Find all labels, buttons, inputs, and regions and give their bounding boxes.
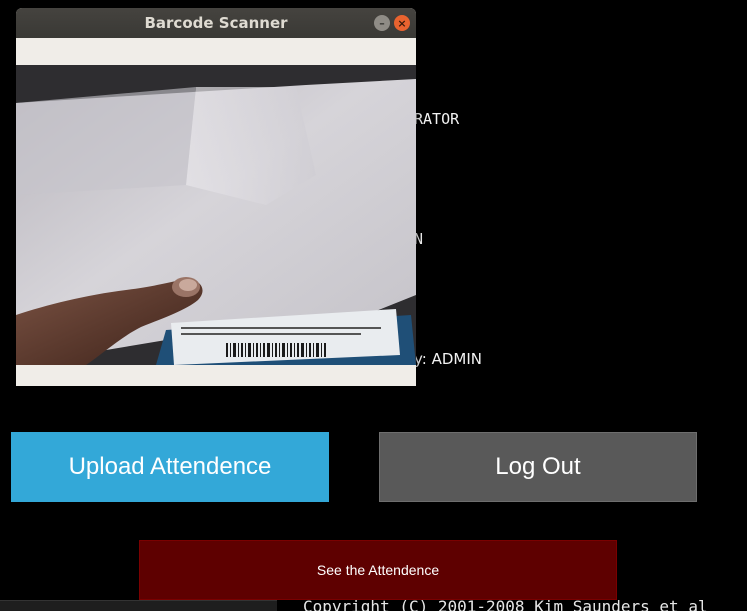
close-icon[interactable]: × xyxy=(394,15,410,31)
window-titlebar[interactable]: Barcode Scanner – × xyxy=(16,8,416,38)
camera-feed-image xyxy=(16,65,416,365)
logged-in-by-text: y: ADMIN xyxy=(414,350,483,368)
window-title: Barcode Scanner xyxy=(144,14,288,32)
desktop: RATOR N y: ADMIN Upload Attendence Log O… xyxy=(0,0,747,611)
upload-attendence-button[interactable]: Upload Attendence xyxy=(11,432,329,502)
window-footer xyxy=(16,365,416,386)
camera-feed xyxy=(16,65,416,365)
barcode-scanner-window: Barcode Scanner – × xyxy=(16,8,416,386)
log-out-button[interactable]: Log Out xyxy=(379,432,697,502)
minimize-icon[interactable]: – xyxy=(374,15,390,31)
taskbar-segment xyxy=(0,600,277,611)
role-text: RATOR xyxy=(414,110,460,128)
see-attendence-button[interactable]: See the Attendence xyxy=(139,540,617,600)
copyright-text: Copyright (C) 2001-2008 Kim Saunders et … xyxy=(303,597,708,611)
